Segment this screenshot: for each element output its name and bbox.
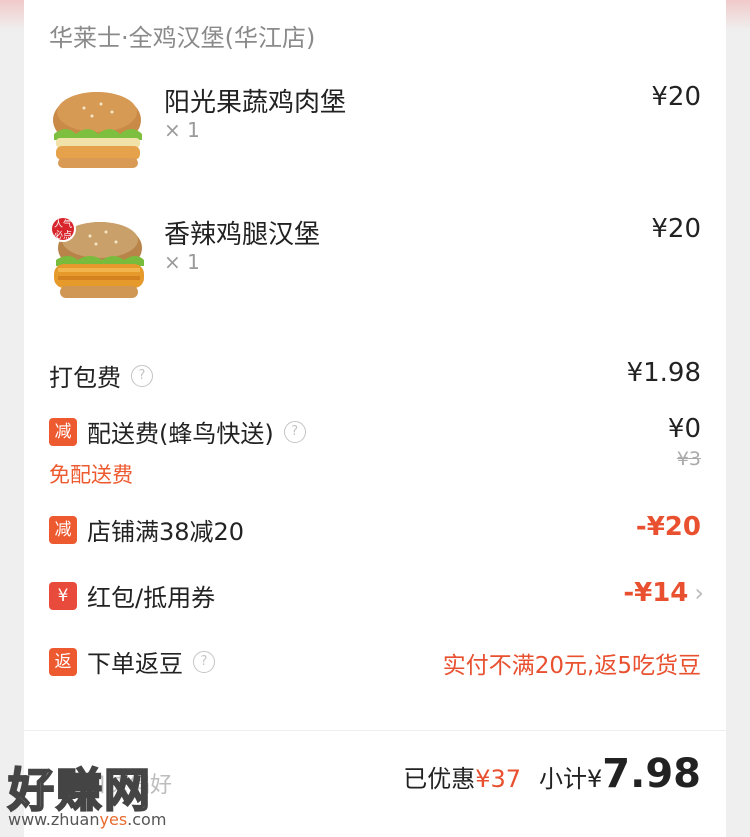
coupon-text: 红包/抵用券: [87, 584, 216, 612]
shop-discount-text: 店铺满38减20: [87, 518, 245, 546]
cashback-tag-icon: 返: [49, 647, 77, 676]
delivery-fee-value: ¥0: [667, 414, 701, 444]
order-card: 华莱士·全鸡汉堡(华江店) 阳光果蔬鸡肉堡 × 1 ¥20 人气必点 香辣鸡腿汉…: [24, 0, 726, 837]
packing-fee-text: 打包费: [49, 364, 121, 392]
item-name: 香辣鸡腿汉堡: [164, 220, 321, 250]
item-quantity: × 1: [164, 250, 200, 274]
watermark-url-post: .com: [127, 810, 167, 829]
cashback-text: 下单返豆: [87, 650, 183, 678]
help-icon[interactable]: ?: [283, 420, 306, 443]
order-item: 人气必点 香辣鸡腿汉堡 × 1 ¥20: [24, 210, 726, 320]
site-watermark: 好赚网 www.zhuanyes.com: [0, 754, 200, 834]
coupon-value-wrap: -¥14 ›: [623, 578, 704, 608]
shop-discount-label: 减 店铺满38减20: [49, 512, 244, 547]
order-item: 阳光果蔬鸡肉堡 × 1 ¥20: [24, 78, 726, 188]
cashback-value: 实付不满20元,返5吃货豆: [442, 653, 701, 679]
watermark-url-highlight: yes: [99, 810, 128, 829]
saved-label: 已优惠: [403, 765, 476, 793]
discount-tag-icon: 减: [49, 417, 77, 446]
free-delivery-note: 免配送费: [49, 463, 133, 487]
hot-badge-label: 人气必点: [53, 220, 72, 241]
coupon-tag-icon: ¥: [49, 581, 77, 610]
burger-image: [53, 92, 142, 168]
watermark-url: www.zhuanyes.com: [8, 810, 166, 829]
discount-tag-icon: 减: [49, 515, 77, 544]
item-quantity: × 1: [164, 118, 200, 142]
cashback-label: 返 下单返豆 ?: [49, 644, 215, 679]
saved-amount: ¥37: [475, 765, 522, 793]
chevron-right-icon[interactable]: ›: [694, 579, 704, 607]
item-price: ¥20: [651, 82, 701, 112]
coupon-label: ¥ 红包/抵用券: [49, 578, 215, 613]
packing-fee-label: 打包费 ?: [49, 358, 153, 393]
subtotal-amount: 7.98: [602, 751, 701, 797]
delivery-fee-original: ¥3: [676, 448, 701, 470]
help-icon[interactable]: ?: [131, 364, 153, 387]
subtotal-label: 小计¥: [539, 765, 603, 793]
item-price: ¥20: [651, 214, 701, 244]
hot-badge: 人气必点: [50, 216, 76, 242]
help-icon[interactable]: ?: [193, 650, 215, 673]
shop-name[interactable]: 华莱士·全鸡汉堡(华江店): [49, 18, 315, 53]
coupon-value: -¥14: [623, 578, 689, 608]
left-backdrop: [0, 0, 24, 837]
right-backdrop: [726, 0, 750, 837]
order-summary: 已优惠 ¥37 小计¥ 7.98: [403, 751, 701, 797]
delivery-fee-text: 配送费(蜂鸟快送): [87, 420, 274, 448]
watermark-url-pre: www.zhuan: [8, 810, 100, 829]
delivery-fee-label: 减 配送费(蜂鸟快送) ?: [49, 414, 306, 449]
shop-discount-value: -¥20: [635, 512, 701, 542]
item-name: 阳光果蔬鸡肉堡: [164, 88, 347, 118]
packing-fee-value: ¥1.98: [626, 358, 701, 388]
